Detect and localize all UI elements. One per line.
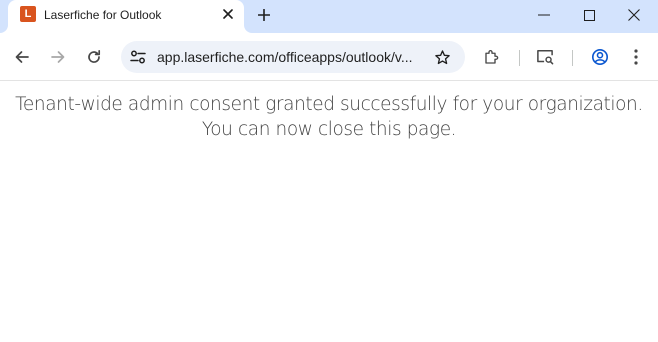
close-icon	[223, 9, 233, 19]
close-window-button[interactable]	[611, 0, 657, 30]
plus-icon	[258, 9, 270, 21]
minimize-icon	[538, 14, 550, 16]
tab-title: Laserfiche for Outlook	[44, 8, 162, 22]
cast-button[interactable]	[531, 43, 559, 71]
browser-toolbar: app.laserfiche.com/officeapps/outlook/v.…	[0, 33, 658, 81]
more-vert-icon	[634, 49, 638, 65]
toolbar-divider	[572, 50, 573, 66]
reload-icon	[88, 49, 101, 63]
maximize-button[interactable]	[566, 0, 612, 30]
page-content: Tenant-wide admin consent granted succes…	[0, 82, 658, 342]
message-line-1: Tenant-wide admin consent granted succes…	[15, 94, 643, 115]
tune-icon	[130, 50, 146, 64]
consent-message: Tenant-wide admin consent granted succes…	[0, 92, 658, 142]
account-icon	[591, 48, 609, 66]
puzzle-icon	[485, 50, 499, 64]
site-info-button[interactable]	[127, 46, 149, 68]
arrow-forward-icon	[51, 51, 65, 63]
star-icon	[434, 49, 450, 64]
tab-laserfiche-outlook[interactable]: L Laserfiche for Outlook	[8, 0, 244, 33]
address-bar[interactable]: app.laserfiche.com/officeapps/outlook/v.…	[121, 41, 465, 73]
toolbar-divider	[519, 50, 520, 66]
back-button[interactable]	[8, 43, 36, 71]
url-text[interactable]: app.laserfiche.com/officeapps/outlook/v.…	[157, 49, 419, 65]
bookmark-button[interactable]	[431, 46, 453, 68]
minimize-button[interactable]	[521, 0, 567, 30]
forward-button[interactable]	[44, 43, 72, 71]
arrow-back-icon	[15, 51, 29, 63]
profile-button[interactable]	[586, 43, 614, 71]
media-search-icon	[537, 50, 554, 65]
close-icon	[628, 9, 640, 21]
menu-button[interactable]	[622, 43, 650, 71]
new-tab-button[interactable]	[253, 4, 275, 26]
message-line-2: You can now close this page.	[201, 119, 457, 140]
tab-close-button[interactable]	[219, 5, 237, 23]
tab-strip: L Laserfiche for Outlook	[0, 0, 658, 33]
extensions-button[interactable]	[478, 43, 506, 71]
reload-button[interactable]	[80, 43, 108, 71]
laserfiche-favicon-icon: L	[20, 6, 36, 22]
maximize-icon	[583, 9, 595, 21]
browser-window: L Laserfiche for Outlook app.laserfiche.…	[0, 0, 658, 342]
